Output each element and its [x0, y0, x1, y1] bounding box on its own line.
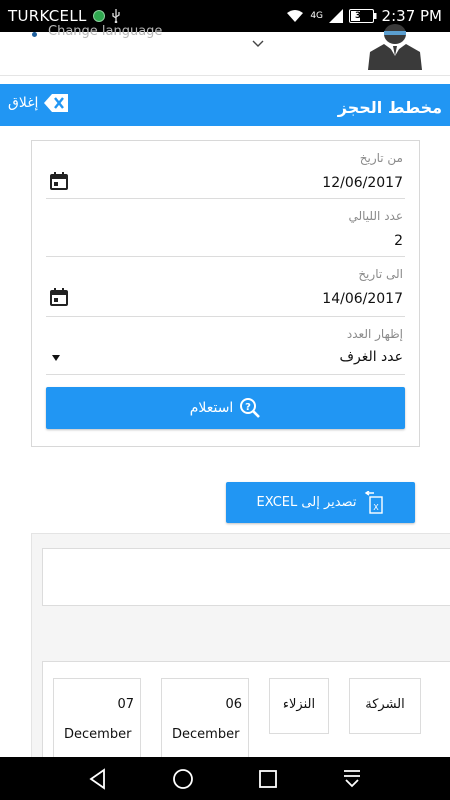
to-date-label: الى تاريخ [358, 267, 403, 281]
date-day: 06 [225, 697, 242, 712]
date-month: December [64, 727, 132, 742]
to-date-field[interactable]: الى تاريخ 14/06/2017 [46, 263, 405, 317]
search-form: من تاريخ 12/06/2017 عدد الليالي 2 الى تا… [31, 140, 420, 447]
grid-filter-box[interactable] [42, 548, 450, 606]
screen: TURKCELL 4G 38 2:37 PM Change language إ… [0, 0, 450, 800]
from-date-field[interactable]: من تاريخ 12/06/2017 [46, 147, 405, 199]
query-button[interactable]: ? استعلام [46, 387, 405, 429]
notification-icon [92, 10, 105, 22]
to-date-value: 14/06/2017 [322, 291, 403, 307]
dropdown-arrow-icon[interactable] [50, 348, 62, 361]
close-label: إغلاق [8, 95, 39, 111]
wifi-icon [286, 9, 304, 23]
export-label: تصدير إلى EXCEL [256, 495, 357, 510]
grid-header-company: الشركة [349, 678, 421, 734]
network-type-label: 4G [310, 10, 324, 21]
display-count-select[interactable]: إظهار العدد عدد الغرف [46, 323, 405, 375]
close-button[interactable]: إغلاق [8, 94, 69, 112]
calendar-icon[interactable] [49, 287, 69, 307]
status-left: TURKCELL [8, 7, 121, 25]
usb-icon [111, 9, 121, 23]
grid-header-guests: النزلاء [269, 678, 329, 734]
navigation-bar [0, 757, 450, 800]
grid-filter-area [31, 533, 450, 651]
carrier-label: TURKCELL [8, 7, 87, 25]
close-icon [44, 94, 69, 112]
booking-grid: الشركة النزلاء 06 December 07 December [31, 651, 450, 768]
signal-icon [329, 9, 344, 23]
home-icon[interactable] [171, 767, 195, 791]
company-header: الشركة [365, 697, 405, 712]
search-help-icon: ? [239, 397, 261, 419]
from-date-label: من تاريخ [359, 151, 403, 165]
svg-text:X: X [374, 503, 380, 512]
date-month: December [172, 727, 240, 742]
back-icon[interactable] [86, 767, 110, 791]
nights-label: عدد الليالي [348, 209, 403, 223]
language-select[interactable]: Change language [48, 24, 162, 39]
battery-percent: 38 [355, 11, 368, 21]
language-bullet [32, 32, 37, 37]
from-date-value: 12/06/2017 [322, 175, 403, 191]
nights-field[interactable]: عدد الليالي 2 [46, 205, 405, 257]
date-day: 07 [117, 697, 134, 712]
page-title: مخطط الحجز [337, 98, 442, 117]
notification-pull-icon[interactable] [340, 767, 364, 791]
avatar [360, 22, 430, 70]
display-count-label: إظهار العدد [346, 327, 403, 341]
export-excel-button[interactable]: X تصدير إلى EXCEL [226, 482, 415, 523]
app-header: Change language [0, 24, 450, 76]
svg-text:?: ? [245, 402, 251, 413]
display-count-value: عدد الغرف [339, 349, 403, 365]
calendar-icon[interactable] [49, 171, 69, 191]
guests-header: النزلاء [282, 697, 316, 712]
grid-body: الشركة النزلاء 06 December 07 December [42, 661, 450, 768]
query-label: استعلام [189, 400, 234, 416]
nights-value: 2 [394, 233, 403, 249]
title-bar: إغلاق مخطط الحجز [0, 84, 450, 126]
recent-apps-icon[interactable] [256, 767, 280, 791]
chevron-down-icon[interactable] [252, 34, 264, 47]
grid-date-cell: 06 December [161, 678, 249, 768]
grid-date-cell: 07 December [53, 678, 141, 768]
excel-export-icon: X [362, 489, 384, 515]
